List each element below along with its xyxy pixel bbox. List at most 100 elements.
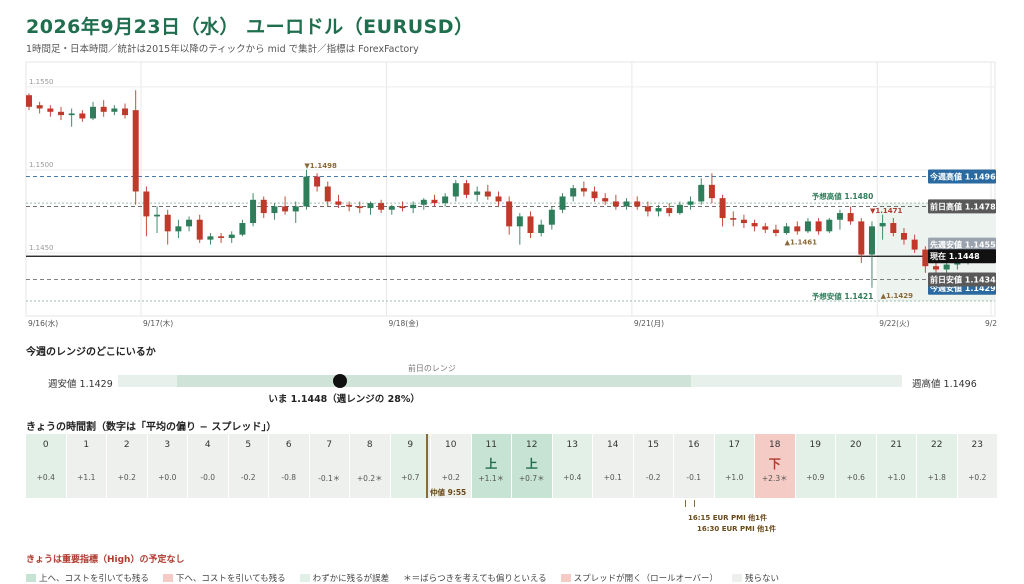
candle-body <box>858 221 865 255</box>
candle-body <box>730 218 737 220</box>
hour-number: 22 <box>931 440 943 450</box>
hour-number: 7 <box>326 440 333 450</box>
hour-value: +0.6 <box>846 473 865 482</box>
x-tick-label: 9/18(金) <box>388 318 418 328</box>
hourly-schedule: 0 +0.4 1 +1.1 2 +0.2 3 +0.0 4 -0.0 5 -0.2 6 -0.8 7 -0.1… <box>26 434 998 498</box>
candle-body <box>260 199 267 214</box>
hour-cell-13: 13 +0.4 <box>552 434 592 498</box>
hour-number: 21 <box>890 440 902 450</box>
candle-body <box>26 95 32 107</box>
event-label: 16:15 EUR PMI 他1件 <box>688 514 768 522</box>
candle-body <box>314 176 321 187</box>
candle-body <box>271 206 278 214</box>
hour-cell-7: 7 -0.1＊ <box>309 434 349 498</box>
hour-number: 0 <box>42 440 49 450</box>
price-annotation: ▼1.1471 <box>870 207 903 215</box>
candle-body <box>90 106 97 119</box>
hour-cell-23: 23 +0.2 <box>957 434 997 498</box>
hour-cell-18: 18 下 +2.3＊ <box>755 434 795 498</box>
candle-body <box>484 191 491 197</box>
candle-body <box>527 216 534 233</box>
candle-body <box>442 196 449 204</box>
candle-body <box>282 206 289 212</box>
candle-body <box>175 226 182 232</box>
hour-cell-4: 4 -0.0 <box>188 434 228 498</box>
hour-value: +1.0 <box>887 473 906 482</box>
price-annotation: ▲1.1429 <box>881 292 914 300</box>
candle-body <box>900 232 907 240</box>
hour-number: 14 <box>607 440 619 450</box>
candle-body <box>154 214 161 217</box>
week-low-label: 週安値 1.1429 <box>48 379 113 390</box>
x-tick-label: 9/2 <box>985 319 997 328</box>
hour-number: 23 <box>971 440 983 450</box>
candle-body <box>890 223 897 233</box>
hour-cell-22: 22 +1.8 <box>917 434 957 498</box>
x-tick-label: 9/17(木) <box>143 318 173 328</box>
hour-value: +0.2 <box>441 473 460 482</box>
hour-value: +0.2 <box>968 473 987 482</box>
hour-value: +0.9 <box>806 473 825 482</box>
candle-body <box>548 209 555 225</box>
candle-body <box>815 221 822 232</box>
hour-number: 5 <box>245 440 252 450</box>
candle-body <box>868 226 875 255</box>
candle-body <box>207 236 214 240</box>
candle-body <box>623 201 630 207</box>
candle-body <box>879 223 886 227</box>
candle-body <box>644 206 651 212</box>
candle-body <box>410 204 417 209</box>
hour-cell-20: 20 +0.6 <box>836 434 876 498</box>
candle-body <box>303 176 310 207</box>
candle-body <box>79 113 86 119</box>
candle-body <box>698 184 705 202</box>
hour-value: +0.4 <box>563 473 582 482</box>
hour-cell-16: 16 -0.1 <box>674 434 714 498</box>
hour-number: 18 <box>769 440 781 450</box>
hour-number: 13 <box>566 440 578 450</box>
hour-value: -0.8 <box>281 473 297 482</box>
price-annotation: ▲1.1461 <box>785 239 818 247</box>
candle-body <box>239 223 246 235</box>
hour-signal: 上 <box>485 457 498 471</box>
hour-value: +0.2＊ <box>356 474 383 483</box>
event-tick <box>685 500 686 507</box>
no-high-impact-notice: きょうは重要指標（High）の予定なし <box>26 555 185 565</box>
y-tick-label: 1.1500 <box>29 161 54 169</box>
candle-body <box>218 236 225 238</box>
candle-body <box>431 199 438 204</box>
hour-number: 11 <box>485 440 497 450</box>
candle-body <box>495 196 502 202</box>
hour-number: 1 <box>83 440 90 450</box>
hours-section-title: きょうの時間割（数字は「平均の偏り − スプレッド」） <box>26 422 277 433</box>
level-label-prev_week_low: 先週安値 1.1455 <box>930 240 996 250</box>
candlestick-chart: 1.1550 1.1500 1.1450 9/16(水) 9/17(木) 9/18(金) 9… <box>25 61 997 328</box>
forecast-low-label: 予想安値 1.1421 <box>812 291 874 301</box>
candle-body <box>196 219 203 240</box>
weekly-range-gauge: 週安値 1.1429 週高値 1.1496 前日のレンジ いま 1.1448（週… <box>0 360 1024 410</box>
prev-day-range-fill <box>176 375 692 387</box>
legend: 上へ、コストを引いても残る 下へ、コストを引いても残る わずかに残るが誤差 ＊＝ばらつ… <box>26 572 793 584</box>
x-tick-label: 9/16(水) <box>28 318 58 328</box>
hour-number: 6 <box>285 440 292 450</box>
y-tick-label: 1.1550 <box>29 78 54 86</box>
hour-cell-17: 17 +1.0 <box>714 434 754 498</box>
legend-label: 残らない <box>745 574 780 584</box>
hour-number: 8 <box>366 440 373 450</box>
candle-body <box>164 214 171 232</box>
candle-body <box>666 208 673 214</box>
level-label-week_high: 今週高値 1.1496 <box>929 172 996 182</box>
hour-cell-14: 14 +0.1 <box>593 434 633 498</box>
candle-body <box>612 201 619 207</box>
candle-body <box>570 188 577 197</box>
event-label: 16:30 EUR PMI 他1件 <box>697 525 777 533</box>
legend-label: 下へ、コストを引いても残る <box>175 574 286 584</box>
candle-body <box>932 266 939 270</box>
x-tick-label: 9/21(月) <box>634 319 664 328</box>
candle-body <box>378 203 385 210</box>
hour-number: 9 <box>407 440 414 450</box>
hour-signal: 下 <box>768 457 781 471</box>
candle-body <box>346 204 353 207</box>
candle-body <box>762 226 769 230</box>
hour-cell-15: 15 -0.2 <box>633 434 673 498</box>
